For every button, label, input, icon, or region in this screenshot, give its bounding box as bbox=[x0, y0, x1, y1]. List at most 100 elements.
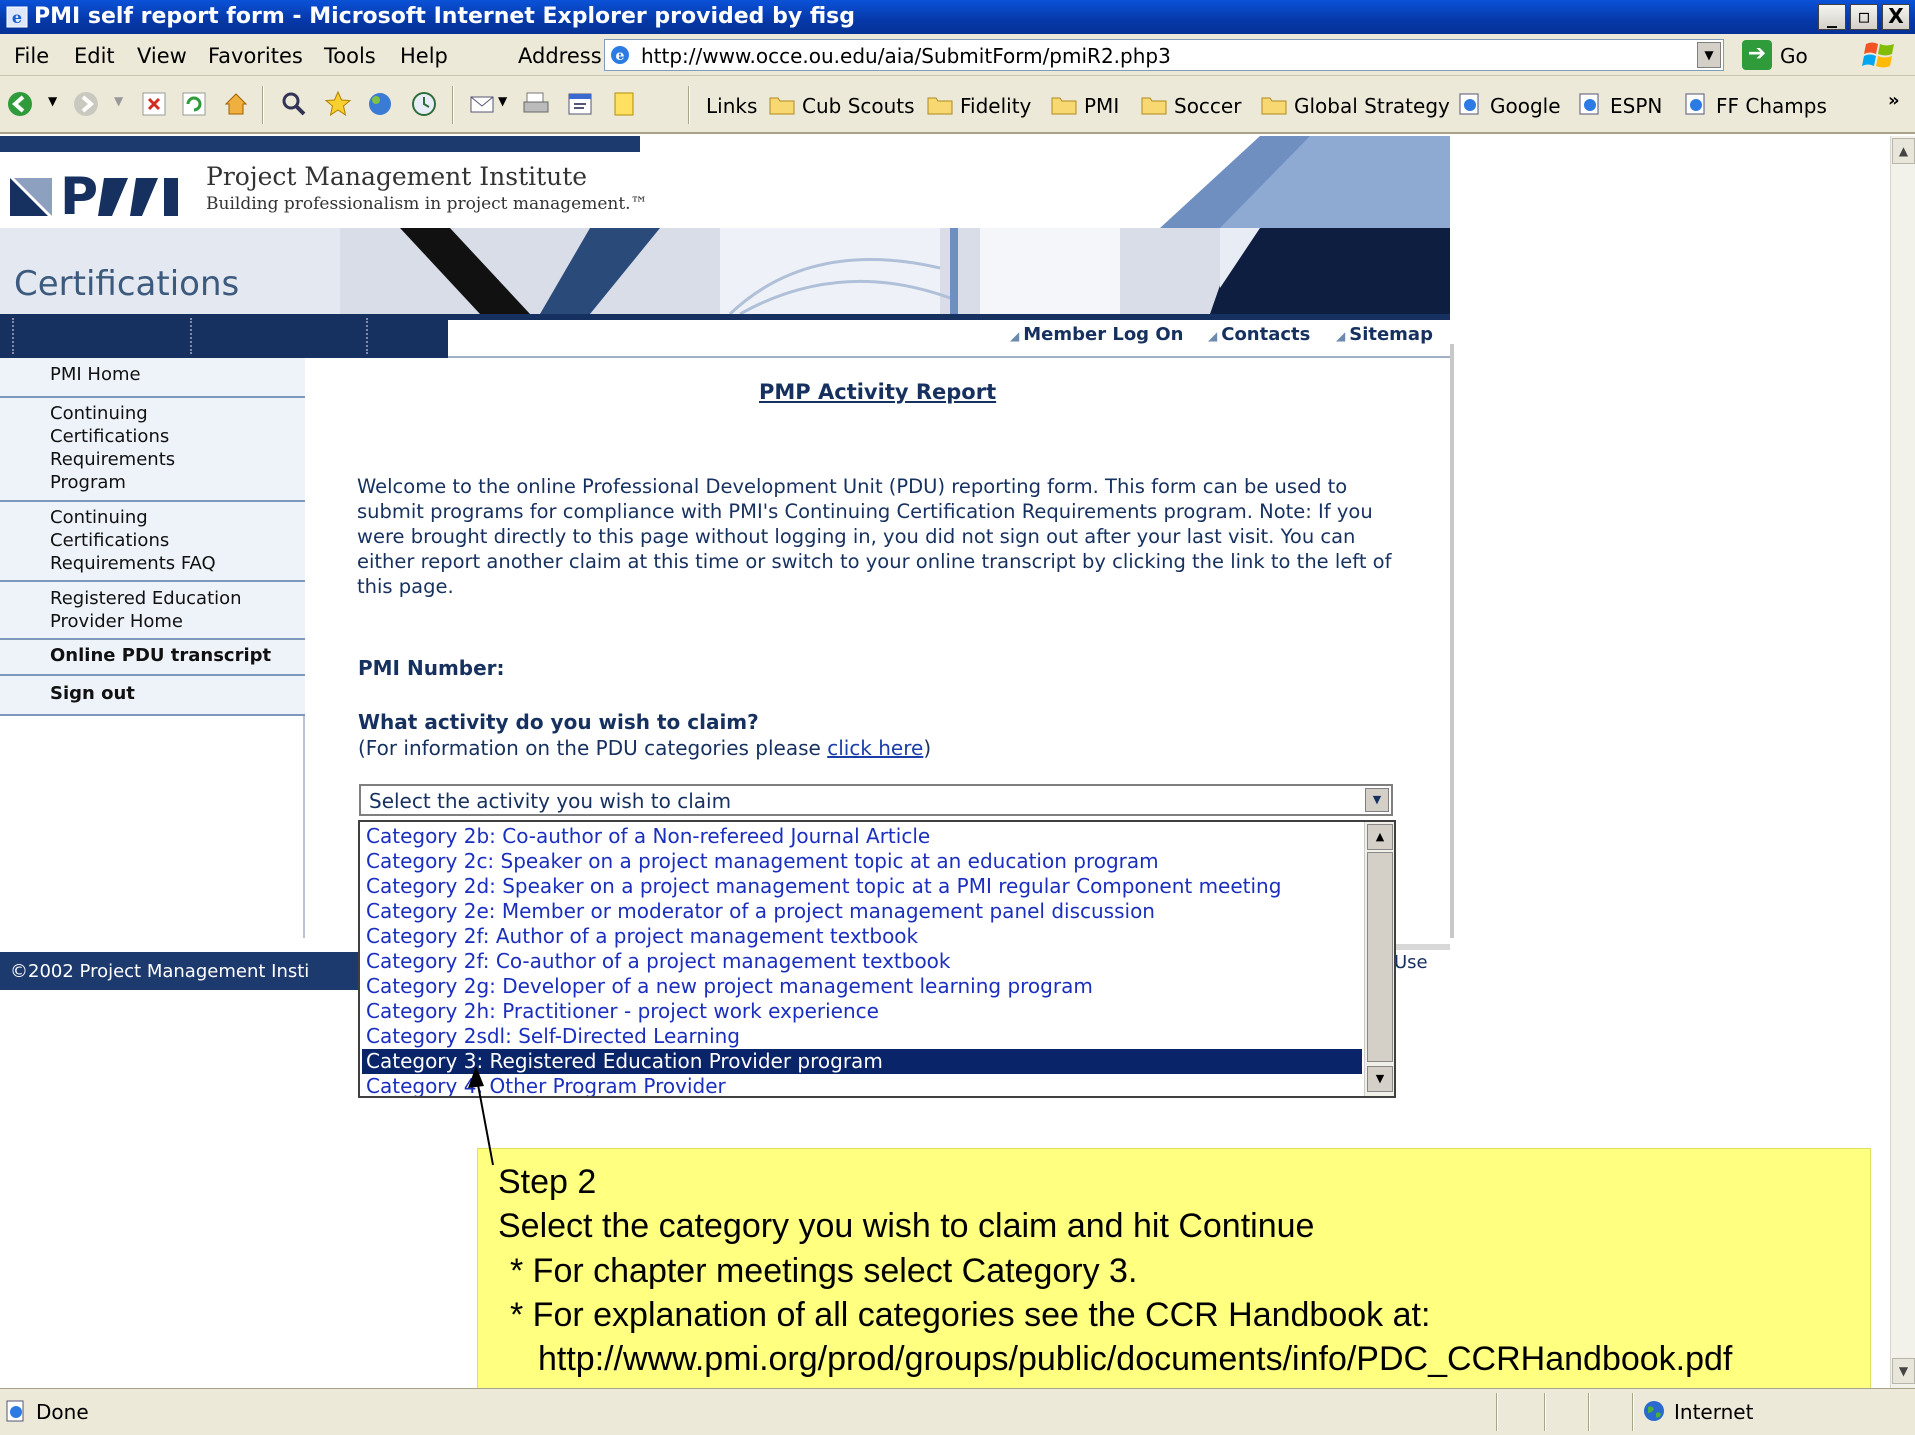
ie-page-icon bbox=[1579, 93, 1599, 115]
ie-page-icon bbox=[1459, 93, 1479, 115]
click-here-link[interactable]: click here bbox=[827, 736, 923, 760]
status-bar: Done Internet bbox=[0, 1388, 1915, 1435]
link-soccer[interactable]: Soccer bbox=[1140, 94, 1241, 118]
status-text: Done bbox=[36, 1400, 89, 1424]
minimize-button[interactable]: _ bbox=[1818, 4, 1846, 30]
address-bar[interactable]: e http://www.occe.ou.edu/aia/SubmitForm/… bbox=[604, 39, 1724, 71]
option-category-3[interactable]: Category 3: Registered Education Provide… bbox=[362, 1049, 1362, 1074]
search-icon[interactable] bbox=[280, 90, 308, 118]
option-category-2b[interactable]: Category 2b: Co-author of a Non-refereed… bbox=[362, 824, 1362, 849]
callout-bullet-1: * For chapter meetings select Category 3… bbox=[510, 1252, 1138, 1290]
link-pmi[interactable]: PMI bbox=[1050, 94, 1119, 118]
member-log-on-link[interactable]: ◢ Member Log On bbox=[1010, 324, 1183, 345]
more-links-chevron[interactable]: » bbox=[1888, 90, 1900, 111]
forward-icon[interactable] bbox=[72, 90, 100, 118]
maximize-button[interactable]: ▫ bbox=[1850, 4, 1878, 30]
triangle-icon: ◢ bbox=[1208, 329, 1218, 343]
link-google[interactable]: Google bbox=[1456, 93, 1561, 118]
history-icon[interactable] bbox=[410, 90, 438, 118]
contacts-link[interactable]: ◢ Contacts bbox=[1208, 324, 1310, 345]
address-dropdown-icon[interactable]: ▼ bbox=[1697, 42, 1721, 68]
note-icon[interactable] bbox=[610, 90, 638, 118]
home-icon[interactable] bbox=[222, 90, 250, 118]
page-scrollbar[interactable]: ▲ ▼ bbox=[1890, 136, 1915, 1388]
option-category-2e[interactable]: Category 2e: Member or moderator of a pr… bbox=[362, 899, 1362, 924]
nav-pmi-home[interactable]: PMI Home bbox=[0, 358, 305, 398]
scroll-down-icon[interactable]: ▼ bbox=[1892, 1358, 1915, 1384]
welcome-text: Welcome to the online Professional Devel… bbox=[357, 475, 1392, 598]
option-category-2c[interactable]: Category 2c: Speaker on a project manage… bbox=[362, 849, 1362, 874]
back-icon[interactable] bbox=[6, 90, 34, 118]
back-dropdown-icon[interactable]: ▼ bbox=[48, 94, 57, 108]
option-category-2d[interactable]: Category 2d: Speaker on a project manage… bbox=[362, 874, 1362, 899]
sitemap-link[interactable]: ◢ Sitemap bbox=[1336, 324, 1433, 345]
nav-rep-home[interactable]: Registered Education Provider Home bbox=[0, 582, 305, 640]
close-button[interactable]: X bbox=[1882, 4, 1910, 30]
link-ff-champs[interactable]: FF Champs bbox=[1682, 93, 1827, 118]
header-stripe bbox=[0, 136, 640, 152]
mail-dropdown-icon[interactable]: ▼ bbox=[498, 94, 507, 108]
address-url[interactable]: http://www.occe.ou.edu/aia/SubmitForm/pm… bbox=[641, 44, 1171, 68]
toolbar-separator bbox=[452, 86, 454, 124]
menu-view[interactable]: View bbox=[137, 44, 187, 68]
windows-logo-icon bbox=[1862, 42, 1894, 68]
option-category-2f-author[interactable]: Category 2f: Author of a project managem… bbox=[362, 924, 1362, 949]
option-category-2g[interactable]: Category 2g: Developer of a new project … bbox=[362, 974, 1362, 999]
menu-file[interactable]: File bbox=[14, 44, 49, 68]
go-button[interactable]: ➔ Go bbox=[1740, 38, 1820, 72]
option-category-2h[interactable]: Category 2h: Practitioner - project work… bbox=[362, 999, 1362, 1024]
svg-text:e: e bbox=[12, 8, 22, 27]
favorites-star-icon[interactable] bbox=[324, 90, 352, 118]
scroll-up-icon[interactable]: ▲ bbox=[1367, 824, 1393, 850]
stop-icon[interactable] bbox=[140, 90, 168, 118]
menu-edit[interactable]: Edit bbox=[74, 44, 115, 68]
security-zone: Internet bbox=[1674, 1400, 1754, 1424]
terms-of-use-link[interactable]: Use bbox=[1394, 952, 1428, 973]
dropdown-scrollbar[interactable]: ▲ ▼ bbox=[1364, 822, 1394, 1096]
mail-icon[interactable] bbox=[468, 90, 496, 118]
nav-ccr-faq[interactable]: Continuing Certifications Requirements F… bbox=[0, 502, 305, 582]
option-category-4[interactable]: Category 4: Other Program Provider bbox=[362, 1074, 1362, 1096]
pmi-logo: P bbox=[10, 167, 178, 220]
media-icon[interactable] bbox=[366, 90, 394, 118]
svg-text:P: P bbox=[60, 167, 98, 220]
nav-sign-out[interactable]: Sign out bbox=[0, 676, 305, 716]
status-panel bbox=[1632, 1393, 1634, 1431]
link-cub-scouts[interactable]: Cub Scouts bbox=[768, 94, 915, 118]
scroll-up-icon[interactable]: ▲ bbox=[1892, 138, 1915, 164]
nav-rule bbox=[448, 356, 1450, 358]
forward-dropdown-icon[interactable]: ▼ bbox=[114, 94, 123, 108]
scroll-thumb[interactable] bbox=[1367, 852, 1393, 1062]
org-name: Project Management Institute bbox=[206, 162, 588, 191]
triangle-icon: ◢ bbox=[1010, 329, 1020, 343]
content-border bbox=[1450, 344, 1454, 938]
edit-icon[interactable] bbox=[566, 90, 594, 118]
nav-online-pdu-transcript[interactable]: Online PDU transcript bbox=[0, 640, 305, 676]
chevron-down-icon[interactable]: ▼ bbox=[1365, 788, 1389, 812]
option-category-2f-coauthor[interactable]: Category 2f: Co-author of a project mana… bbox=[362, 949, 1362, 974]
section-title: Certifications bbox=[14, 264, 240, 304]
scroll-down-icon[interactable]: ▼ bbox=[1367, 1066, 1393, 1092]
folder-icon bbox=[1261, 97, 1287, 115]
activity-select[interactable]: Select the activity you wish to claim ▼ bbox=[359, 784, 1393, 816]
refresh-icon[interactable] bbox=[180, 90, 208, 118]
link-label: Fidelity bbox=[960, 94, 1032, 118]
pmi-header: P Project Management Institute Building … bbox=[0, 136, 1450, 228]
option-category-2sdl[interactable]: Category 2sdl: Self-Directed Learning bbox=[362, 1024, 1362, 1049]
menu-tools[interactable]: Tools bbox=[324, 44, 376, 68]
menu-help[interactable]: Help bbox=[400, 44, 448, 68]
nav-ccr-program[interactable]: Continuing Certifications Requirements P… bbox=[0, 398, 305, 502]
link-fidelity[interactable]: Fidelity bbox=[926, 94, 1031, 118]
link-label: Cub Scouts bbox=[802, 94, 915, 118]
link-espn[interactable]: ESPN bbox=[1576, 93, 1663, 118]
callout-bullet-2: * For explanation of all categories see … bbox=[510, 1296, 1431, 1334]
menu-favorites[interactable]: Favorites bbox=[208, 44, 303, 68]
callout-step: Step 2 bbox=[498, 1163, 597, 1201]
banner-image bbox=[340, 228, 1450, 314]
copyright-text: ©2002 Project Management Insti bbox=[10, 961, 310, 982]
print-icon[interactable] bbox=[522, 90, 550, 118]
title-bar: e PMI self report form - Microsoft Inter… bbox=[0, 0, 1915, 34]
link-label: ESPN bbox=[1610, 94, 1663, 118]
link-global-strategy[interactable]: Global Strategy bbox=[1260, 94, 1450, 118]
callout-instruction: Select the category you wish to claim an… bbox=[498, 1207, 1315, 1245]
